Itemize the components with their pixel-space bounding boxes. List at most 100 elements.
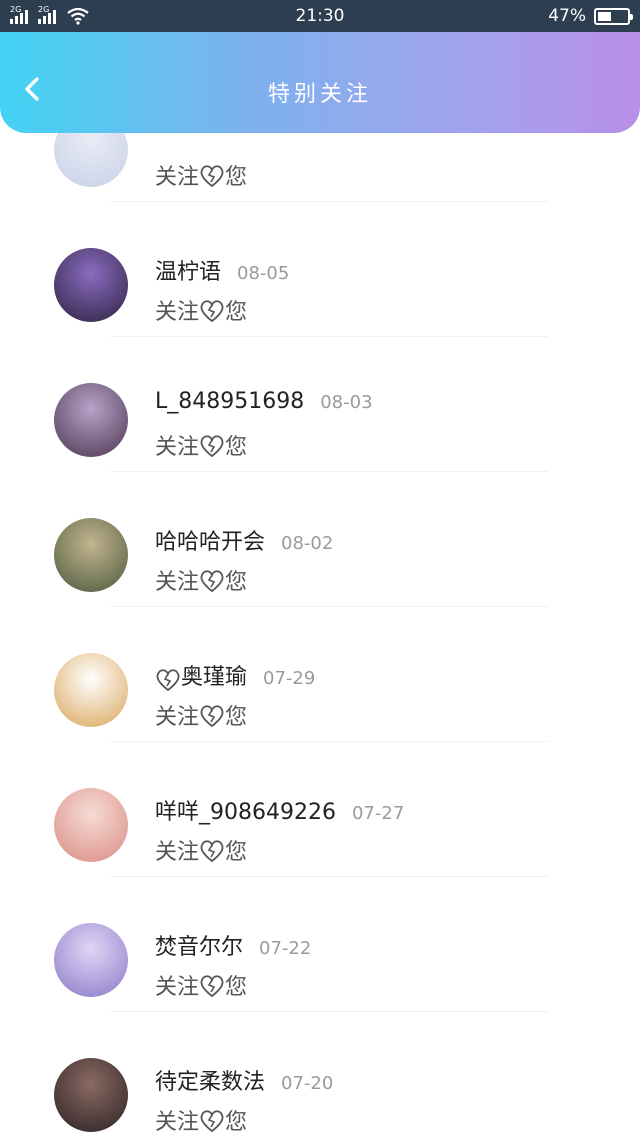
follow-date: 08-05	[237, 263, 290, 284]
avatar[interactable]	[54, 1058, 128, 1132]
follow-status-suffix: 您	[225, 570, 248, 595]
avatar[interactable]	[54, 133, 128, 187]
follow-status: 关注您	[155, 429, 247, 461]
follow-status: 关注您	[155, 564, 247, 596]
avatar[interactable]	[54, 788, 128, 862]
follow-status-suffix: 您	[225, 435, 248, 460]
follow-status-suffix: 您	[225, 165, 248, 190]
name-heart-prefix	[155, 668, 181, 692]
broken-heart-icon	[200, 974, 224, 997]
list-item[interactable]: 咩咩_908649226 07-27 关注您	[0, 741, 640, 876]
follow-status-suffix: 您	[225, 300, 248, 325]
user-name[interactable]: 哈哈哈开会	[155, 524, 265, 556]
status-bar-right: 47%	[548, 6, 633, 26]
follow-status-prefix: 关注	[155, 570, 200, 595]
status-heart	[199, 838, 225, 863]
avatar[interactable]	[54, 923, 128, 997]
sim2-signal-icon: 2G	[38, 5, 56, 24]
sim1-label: 2G	[10, 5, 22, 14]
list-item[interactable]: 焚音尔尔 07-22 关注您	[0, 876, 640, 1011]
follow-date: 07-20	[281, 1073, 334, 1094]
row-divider	[110, 201, 548, 202]
status-heart	[199, 973, 225, 998]
row-divider	[110, 1011, 548, 1012]
user-name[interactable]: 待定柔数法	[155, 1064, 265, 1096]
follow-status-prefix: 关注	[155, 300, 200, 325]
status-bar: 2G 2G 21:30 47%	[0, 0, 640, 32]
status-heart	[199, 703, 225, 728]
battery-percent: 47%	[548, 6, 586, 26]
name-line: 咩咩_908649226 07-27	[155, 794, 404, 826]
broken-heart-icon	[200, 704, 224, 727]
page-title: 特别关注	[267, 82, 372, 107]
broken-heart-icon	[200, 1109, 224, 1132]
user-name[interactable]: L_848951698	[155, 389, 304, 414]
follow-status: 关注您	[155, 834, 247, 866]
follow-status: 关注您	[155, 1104, 247, 1136]
broken-heart-icon	[200, 299, 224, 322]
follow-status-prefix: 关注	[155, 435, 200, 460]
follow-status: 关注您	[155, 294, 247, 326]
broken-heart-icon	[156, 668, 180, 691]
list-item[interactable]: 哈哈哈开会 08-02 关注您	[0, 471, 640, 606]
header-bar: 特别关注	[0, 32, 640, 133]
list-item[interactable]: 待定柔数法 07-20 关注您	[0, 1011, 640, 1138]
broken-heart-icon	[200, 569, 224, 592]
follow-status-prefix: 关注	[155, 840, 200, 865]
row-divider	[110, 606, 548, 607]
follow-status: 关注您	[155, 969, 247, 1001]
avatar[interactable]	[54, 518, 128, 592]
name-line: 奥瑾瑜 07-29	[155, 659, 315, 692]
name-line: 待定柔数法 07-20	[155, 1064, 333, 1096]
status-heart	[199, 163, 225, 188]
row-divider	[110, 471, 548, 472]
row-divider	[110, 876, 548, 877]
follow-status-suffix: 您	[225, 705, 248, 730]
name-line: 哈哈哈开会 08-02	[155, 524, 333, 556]
follow-status-suffix: 您	[225, 1110, 248, 1135]
follow-date: 07-22	[259, 938, 312, 959]
status-time: 21:30	[295, 6, 345, 26]
broken-heart-icon	[200, 434, 224, 457]
wifi-icon	[67, 7, 89, 25]
user-name[interactable]: 奥瑾瑜	[181, 659, 247, 691]
avatar[interactable]	[54, 383, 128, 457]
follow-status-prefix: 关注	[155, 975, 200, 1000]
broken-heart-icon	[200, 839, 224, 862]
avatar[interactable]	[54, 653, 128, 727]
battery-icon	[594, 7, 633, 25]
list-item[interactable]: L_848951698 08-03 关注您	[0, 336, 640, 471]
sim2-label: 2G	[38, 5, 50, 14]
user-name[interactable]: 焚音尔尔	[155, 929, 243, 961]
list-item[interactable]: 奥瑾瑜 07-29 关注您	[0, 606, 640, 741]
avatar[interactable]	[54, 248, 128, 322]
follow-date: 08-03	[320, 392, 373, 413]
follow-status: 关注您	[155, 159, 247, 191]
broken-heart-icon	[200, 164, 224, 187]
follow-status-prefix: 关注	[155, 705, 200, 730]
battery-fill	[598, 11, 612, 21]
status-heart	[199, 433, 225, 458]
user-name[interactable]: 咩咩_908649226	[155, 794, 336, 826]
follow-status: 关注您	[155, 699, 247, 731]
sim1-signal-icon: 2G	[10, 5, 28, 24]
status-heart	[199, 298, 225, 323]
follow-status-prefix: 关注	[155, 165, 200, 190]
follow-date: 07-27	[351, 803, 405, 824]
follow-status-suffix: 您	[225, 840, 248, 865]
status-heart	[199, 568, 225, 593]
follow-date: 07-29	[263, 668, 316, 689]
follow-status-suffix: 您	[225, 975, 248, 1000]
row-divider	[110, 336, 548, 337]
follow-date: 08-02	[281, 533, 334, 554]
list-item[interactable]: 温柠语 08-05 关注您	[0, 201, 640, 336]
name-line: 温柠语 08-05	[155, 254, 289, 286]
follow-status-prefix: 关注	[155, 1110, 200, 1135]
list-item[interactable]: 关注您	[0, 133, 640, 201]
status-bar-left: 2G 2G	[10, 5, 90, 25]
user-name[interactable]: 温柠语	[155, 254, 221, 286]
name-line: L_848951698 08-03	[155, 389, 373, 414]
name-line: 焚音尔尔 07-22	[155, 929, 311, 961]
row-divider	[110, 741, 548, 742]
followers-list[interactable]: 关注您温柠语 08-05 关注您 L_848951698 08-03 关注您哈哈哈开会 08…	[0, 133, 640, 1138]
